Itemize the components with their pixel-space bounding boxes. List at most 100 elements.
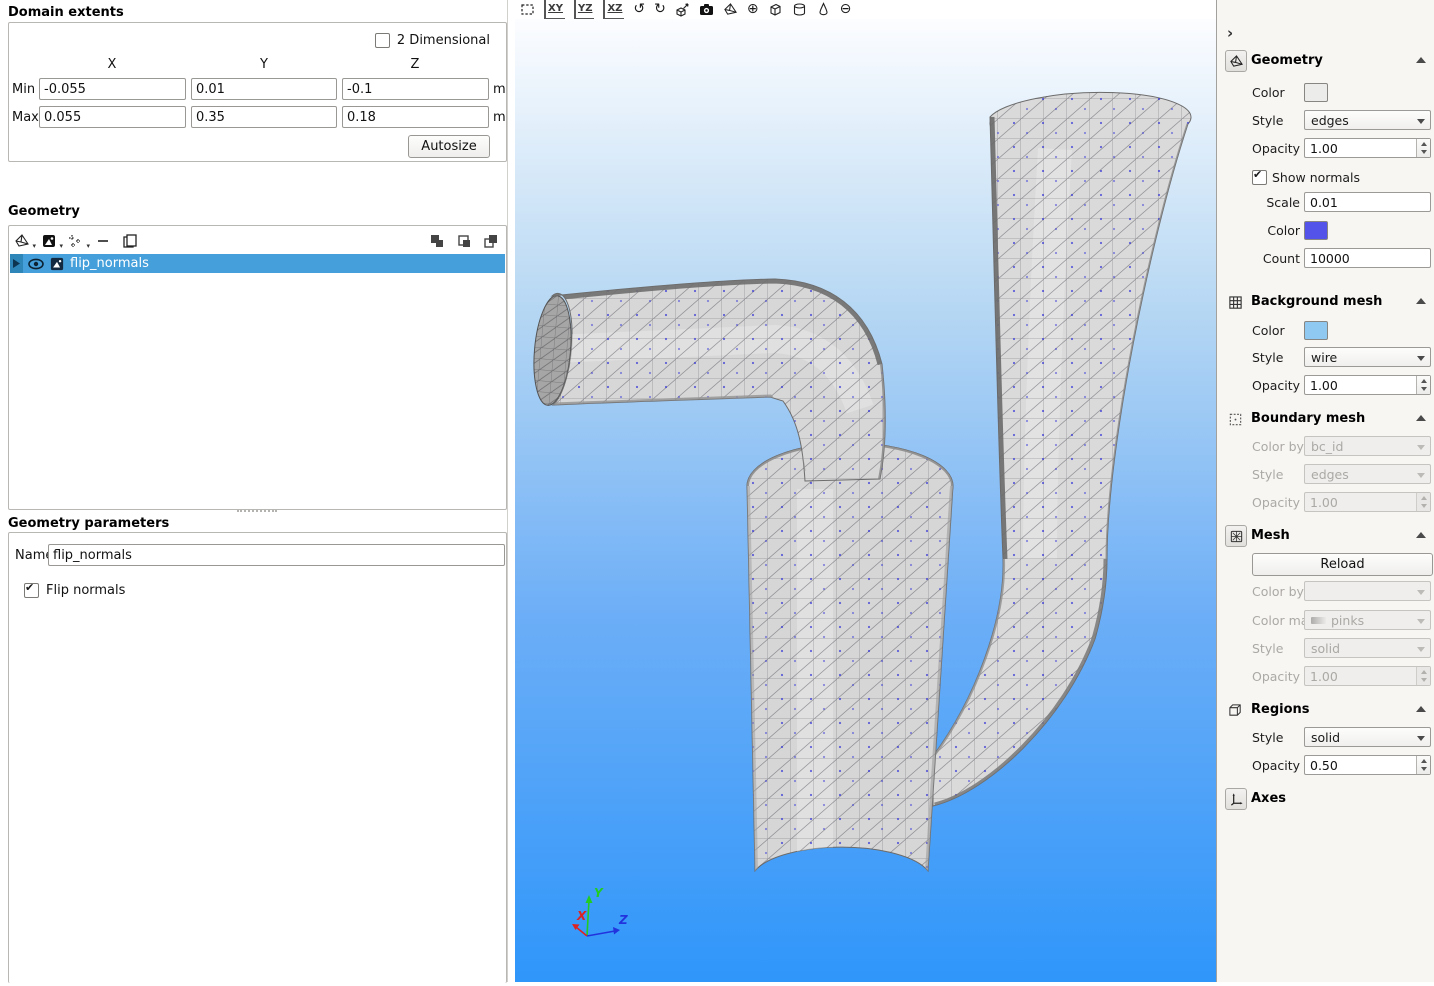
bgmesh-color-swatch[interactable]: [1304, 321, 1328, 340]
regions-opacity-spinner[interactable]: 0.50: [1304, 755, 1431, 775]
collapse-arrow-icon[interactable]: [1416, 532, 1426, 538]
section-axes-header[interactable]: Axes: [1217, 790, 1434, 812]
normals-scale-row: Scale: [1217, 192, 1434, 212]
min-x-field[interactable]: [39, 78, 186, 100]
geometry-opacity-row: Opacity 1.00: [1217, 138, 1434, 158]
collapse-arrow-icon[interactable]: [1416, 298, 1426, 304]
boundary-opacity-row: Opacity 1.00: [1217, 492, 1434, 512]
mesh-colormap-select: pinks: [1304, 610, 1431, 630]
add-geometry-icon[interactable]: ▾: [14, 231, 32, 249]
min-unit-label: m: [493, 82, 506, 97]
max-z-field[interactable]: [342, 106, 489, 128]
extract-icon[interactable]: [483, 231, 501, 249]
center-view-icon[interactable]: ⊕: [747, 1, 759, 18]
boundary-mesh-section-icon[interactable]: [1226, 410, 1244, 428]
reload-button[interactable]: Reload: [1252, 553, 1433, 576]
copy-icon[interactable]: [122, 231, 140, 249]
fit-view-icon[interactable]: [520, 1, 535, 18]
bgmesh-style-select[interactable]: wire: [1304, 347, 1431, 367]
remove-icon[interactable]: [95, 231, 113, 249]
normals-count-field[interactable]: [1304, 248, 1431, 268]
axes-section-icon[interactable]: [1225, 788, 1247, 810]
geometry-list-box: ▾ ▾ ▾: [8, 225, 507, 510]
bgmesh-color-row: Color: [1217, 320, 1434, 340]
add-image-icon[interactable]: ▾: [41, 231, 59, 249]
cylinder-mesh: [747, 443, 953, 895]
plane-xy-button[interactable]: XY: [544, 0, 565, 20]
max-y-field[interactable]: [191, 106, 337, 128]
background-mesh-section-icon[interactable]: [1226, 293, 1244, 311]
geometry-color-swatch[interactable]: [1304, 83, 1328, 102]
section-background-mesh-header[interactable]: Background mesh: [1217, 293, 1434, 315]
boundary-opacity-spinner: 1.00: [1304, 492, 1431, 512]
geometry-style-row: Style edges: [1217, 110, 1434, 130]
name-field[interactable]: [48, 544, 505, 566]
mesh-opacity-row: Opacity 1.00: [1217, 666, 1434, 686]
boundary-colorby-row: Color by bc_id: [1217, 436, 1434, 456]
item-label: flip_normals: [70, 256, 149, 271]
show-cylinder-icon[interactable]: [792, 1, 807, 18]
normals-color-row: Color: [1217, 220, 1434, 240]
section-boundary-mesh-header[interactable]: Boundary mesh: [1217, 410, 1434, 432]
panel-splitter[interactable]: [237, 510, 277, 512]
collapse-arrow-icon[interactable]: [1416, 706, 1426, 712]
panel-collapse-button[interactable]: ›: [1227, 24, 1233, 42]
viewport-3d[interactable]: X Y Z: [515, 19, 1216, 982]
screenshot-icon[interactable]: [699, 1, 714, 18]
isometric-view-icon[interactable]: [675, 1, 690, 18]
section-regions-header[interactable]: Regions: [1217, 701, 1434, 723]
show-cone-icon[interactable]: [816, 1, 831, 18]
geometry-section-icon[interactable]: [1225, 50, 1247, 72]
min-label: Min: [12, 82, 35, 97]
show-normals-checkbox[interactable]: [1252, 170, 1267, 185]
regions-style-row: Style solid: [1217, 727, 1434, 747]
regions-opacity-row: Opacity 0.50: [1217, 755, 1434, 775]
column-z-label: Z: [342, 57, 488, 72]
rotate-cw-icon[interactable]: ↻: [654, 1, 666, 18]
mesh-opacity-spinner: 1.00: [1304, 666, 1431, 686]
collapse-arrow-icon[interactable]: [1416, 57, 1426, 63]
geometry-opacity-spinner[interactable]: 1.00: [1304, 138, 1431, 158]
mesh-section-icon[interactable]: [1225, 525, 1247, 547]
bgmesh-style-row: Style wire: [1217, 347, 1434, 367]
flip-normals-checkbox[interactable]: [24, 583, 39, 598]
section-mesh-header[interactable]: Mesh: [1217, 527, 1434, 549]
bgmesh-opacity-spinner[interactable]: 1.00: [1304, 375, 1431, 395]
merge-icon[interactable]: [429, 231, 447, 249]
normals-color-swatch[interactable]: [1304, 221, 1328, 240]
geometry-list-item[interactable]: flip_normals: [10, 254, 505, 273]
visibility-eye-icon[interactable]: [28, 258, 44, 270]
plane-xz-button[interactable]: XZ: [603, 0, 624, 20]
geometry-list-title: Geometry: [8, 204, 80, 219]
max-x-field[interactable]: [39, 106, 186, 128]
column-y-label: Y: [191, 57, 337, 72]
two-dimensional-checkbox[interactable]: [375, 33, 390, 48]
section-geometry-header[interactable]: Geometry: [1217, 52, 1434, 74]
left-panel: Domain extents 2 Dimensional X Y Z Min m…: [0, 0, 508, 982]
regions-style-select[interactable]: solid: [1304, 727, 1431, 747]
flip-normals-label: Flip normals: [46, 583, 125, 598]
boundary-colorby-select: bc_id: [1304, 436, 1431, 456]
hide-actor-icon[interactable]: ⊖: [840, 1, 852, 18]
regions-section-icon[interactable]: [1226, 701, 1244, 719]
flip-normals-row: Flip normals: [24, 583, 125, 598]
axis-z-label: Z: [618, 913, 628, 927]
expand-arrow-icon[interactable]: [10, 254, 23, 273]
plane-yz-button[interactable]: YZ: [574, 0, 595, 20]
rotate-ccw-icon[interactable]: ↺: [633, 1, 645, 18]
show-cube-icon[interactable]: [768, 1, 783, 18]
min-z-field[interactable]: [342, 78, 489, 100]
duplicate-icon[interactable]: [456, 231, 474, 249]
min-y-field[interactable]: [191, 78, 337, 100]
geometry-style-select[interactable]: edges: [1304, 110, 1431, 130]
mesh-colormap-row: Color map pinks: [1217, 610, 1434, 630]
autosize-button[interactable]: Autosize: [408, 135, 490, 158]
domain-extents-box: 2 Dimensional X Y Z Min m Max m Autosize: [8, 22, 507, 162]
normals-scale-field[interactable]: [1304, 192, 1431, 212]
collapse-arrow-icon[interactable]: [1416, 415, 1426, 421]
auto-generate-icon[interactable]: ▾: [68, 231, 86, 249]
orientation-marker-icon[interactable]: [723, 1, 738, 18]
geometry-parameters-title: Geometry parameters: [8, 516, 169, 531]
right-panel: › Geometry Color Style edges Opacity 1.0…: [1216, 0, 1434, 982]
colormap-chip-icon: [1311, 617, 1326, 624]
